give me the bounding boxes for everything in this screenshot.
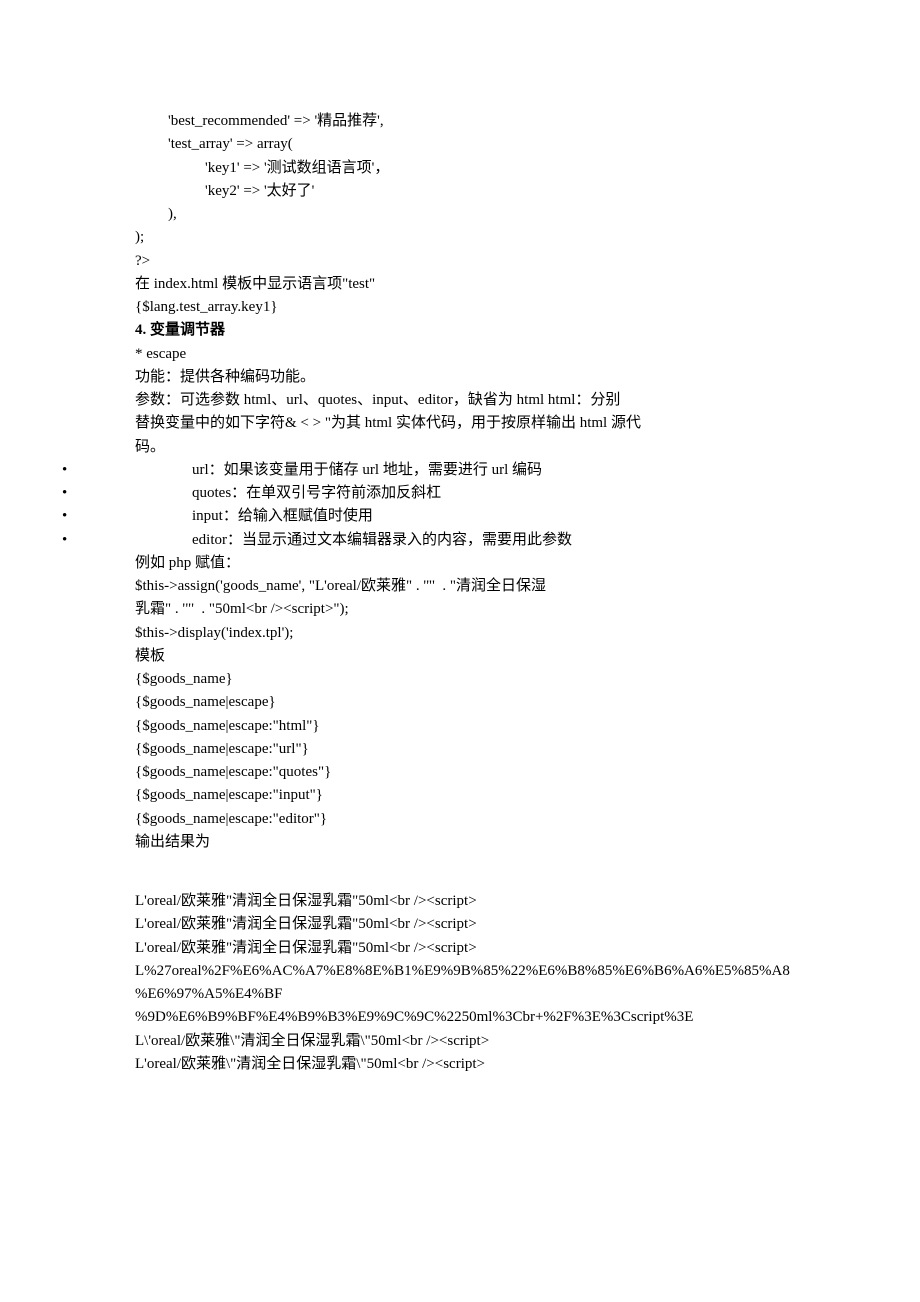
code-line: {$goods_name|escape:"html"} (60, 715, 860, 738)
list-item: • url：如果该变量用于储存 url 地址，需要进行 url 编码 (60, 459, 860, 482)
code-line: {$lang.test_array.key1} (60, 296, 860, 319)
text-line: 模板 (60, 645, 860, 668)
spacer (60, 854, 860, 890)
output-line: L'oreal/欧莱雅\"清润全日保湿乳霜\"50ml<br /><script… (60, 1053, 860, 1076)
text-line: 例如 php 赋值： (60, 552, 860, 575)
text-line: 输出结果为 (60, 831, 860, 854)
code-line: {$goods_name} (60, 668, 860, 691)
code-line: {$goods_name|escape} (60, 691, 860, 714)
bullet-icon: • (60, 505, 82, 528)
code-line: ), (60, 203, 860, 226)
text-line: 替换变量中的如下字符& < > "为其 html 实体代码，用于按原样输出 ht… (60, 412, 860, 435)
section-heading: 4. 变量调节器 (60, 319, 860, 342)
output-line: L'oreal/欧莱雅"清润全日保湿乳霜"50ml<br /><script> (60, 937, 860, 960)
bullet-icon: • (60, 459, 82, 482)
list-item: • input：给输入框赋值时使用 (60, 505, 860, 528)
list-item-label: editor：当显示通过文本编辑器录入的内容，需要用此参数 (82, 529, 572, 552)
bullet-icon: • (60, 482, 82, 505)
output-line: %E6%97%A5%E4%BF (60, 983, 860, 1006)
code-line: 'best_recommended' => '精品推荐', (60, 110, 860, 133)
code-line: {$goods_name|escape:"editor"} (60, 808, 860, 831)
output-line: L\'oreal/欧莱雅\"清润全日保湿乳霜\"50ml<br /><scrip… (60, 1030, 860, 1053)
text-line: 参数：可选参数 html、url、quotes、input、editor，缺省为… (60, 389, 860, 412)
code-line: {$goods_name|escape:"input"} (60, 784, 860, 807)
code-line: {$goods_name|escape:"url"} (60, 738, 860, 761)
output-line: L'oreal/欧莱雅"清润全日保湿乳霜"50ml<br /><script> (60, 913, 860, 936)
code-line: ); (60, 226, 860, 249)
output-line: L'oreal/欧莱雅"清润全日保湿乳霜"50ml<br /><script> (60, 890, 860, 913)
code-line: 'test_array' => array( (60, 133, 860, 156)
list-item: • editor：当显示通过文本编辑器录入的内容，需要用此参数 (60, 529, 860, 552)
document-page: 'best_recommended' => '精品推荐', 'test_arra… (0, 0, 920, 1302)
output-line: %9D%E6%B9%BF%E4%B9%B3%E9%9C%9C%2250ml%3C… (60, 1006, 860, 1029)
code-line: $this->display('index.tpl'); (60, 622, 860, 645)
bullet-icon: • (60, 529, 82, 552)
text-line: * escape (60, 343, 860, 366)
text-line: 码。 (60, 436, 860, 459)
code-line: $this->assign('goods_name', "L'oreal/欧莱雅… (60, 575, 860, 598)
list-item-label: input：给输入框赋值时使用 (82, 505, 373, 528)
list-item: • quotes：在单双引号字符前添加反斜杠 (60, 482, 860, 505)
code-line: 'key1' => '测试数组语言项'， (60, 157, 860, 180)
list-item-label: url：如果该变量用于储存 url 地址，需要进行 url 编码 (82, 459, 542, 482)
output-line: L%27oreal%2F%E6%AC%A7%E8%8E%B1%E9%9B%85%… (60, 960, 860, 983)
text-line: 功能：提供各种编码功能。 (60, 366, 860, 389)
list-item-label: quotes：在单双引号字符前添加反斜杠 (82, 482, 441, 505)
code-line: {$goods_name|escape:"quotes"} (60, 761, 860, 784)
text-line: 在 index.html 模板中显示语言项"test" (60, 273, 860, 296)
code-line: 乳霜" . '"' . "50ml<br /><script>"); (60, 598, 860, 621)
code-line: 'key2' => '太好了' (60, 180, 860, 203)
code-line: ?> (60, 250, 860, 273)
